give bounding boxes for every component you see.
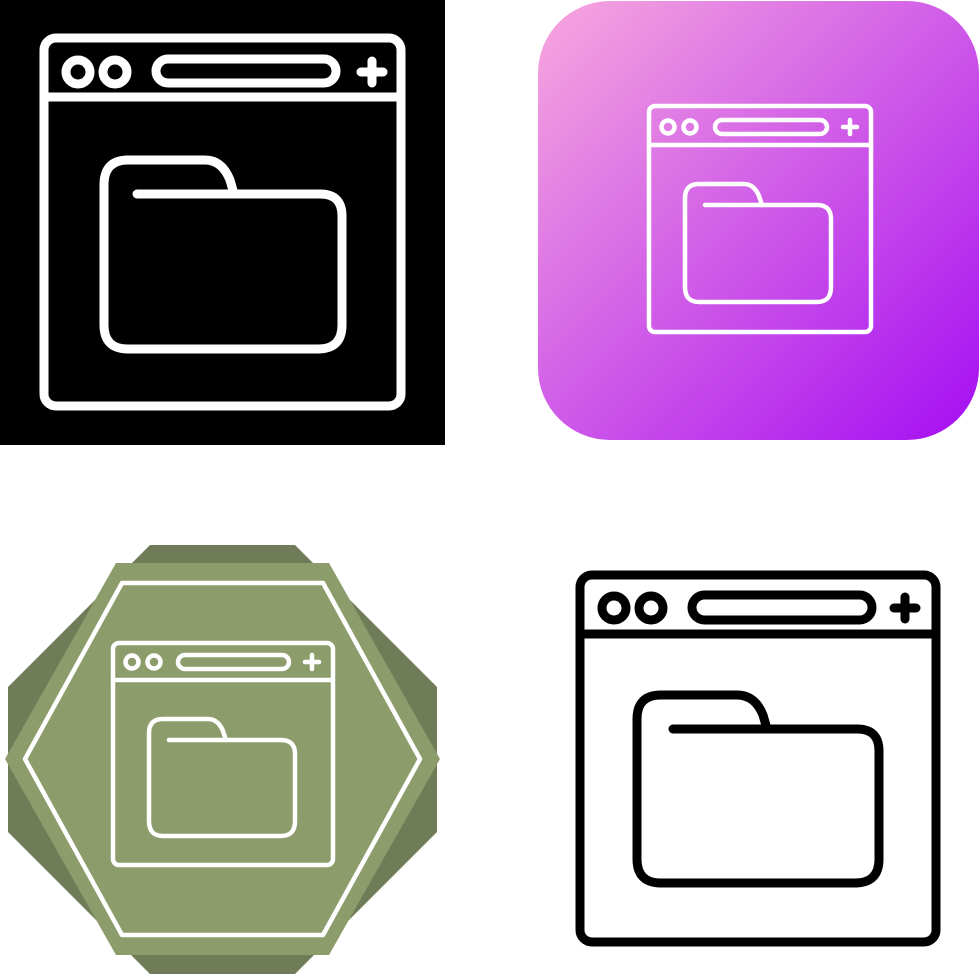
icon-set xyxy=(0,0,980,980)
folder-icon xyxy=(632,690,884,888)
browser-folder-glyph-icon xyxy=(0,0,445,445)
badge-inner-shape xyxy=(5,563,440,955)
browser-folder-gradient-variant xyxy=(537,0,980,441)
window-dot-icon xyxy=(634,591,668,625)
browser-folder-badge-icon xyxy=(5,545,440,974)
browser-folder-glyph-variant xyxy=(0,0,445,445)
window-dot-icon xyxy=(597,591,631,625)
browser-folder-badge-variant xyxy=(0,537,445,980)
browser-folder-line-icon xyxy=(575,570,941,947)
gradient-background xyxy=(538,1,979,440)
browser-folder-gradient-icon xyxy=(538,1,979,440)
address-bar xyxy=(687,590,877,625)
browser-folder-line-variant xyxy=(537,537,980,980)
